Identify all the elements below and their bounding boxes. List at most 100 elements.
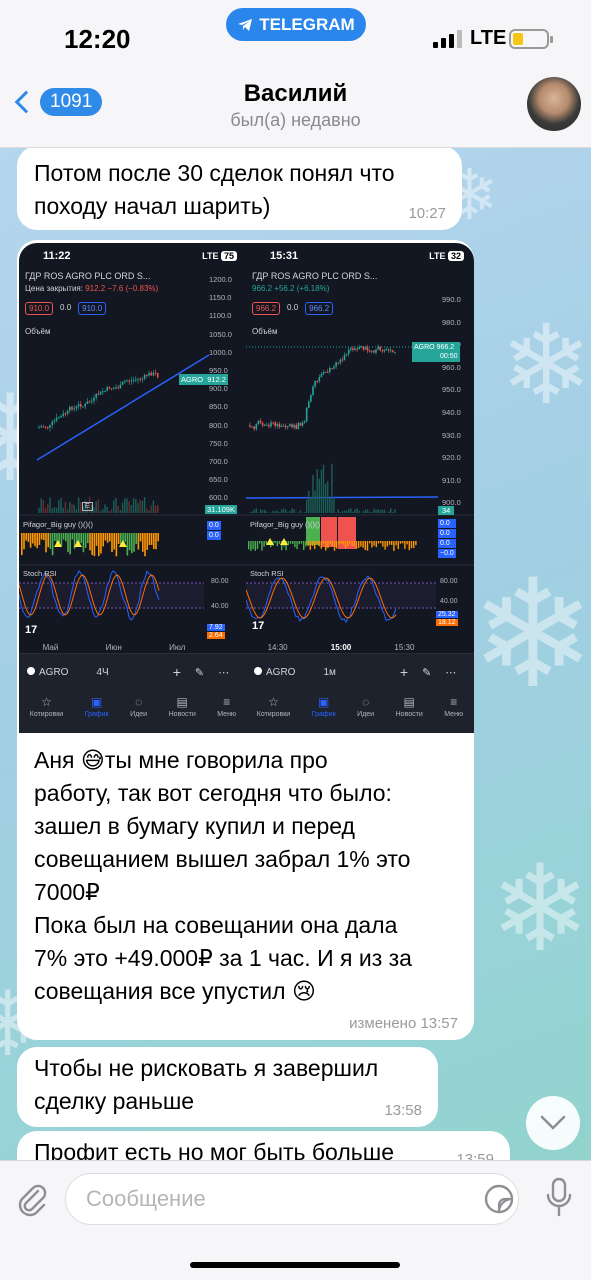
message-input[interactable]: Сообщение [65, 1173, 519, 1225]
volume-bar [390, 508, 392, 513]
interval-selector[interactable]: 1м [323, 667, 335, 678]
tab-ideas[interactable]: ◌ Идеи [130, 696, 147, 718]
indicator-bar [135, 533, 137, 544]
candle [93, 397, 95, 401]
volume-bar [366, 509, 369, 513]
indicator-bar [117, 533, 120, 544]
candle [150, 372, 152, 376]
candle [381, 350, 384, 352]
tab-quotes[interactable]: ☆ Котировки [257, 696, 290, 718]
volume-bar [148, 510, 150, 513]
sticker-icon[interactable] [483, 1183, 515, 1215]
indicator-bar [54, 533, 56, 541]
indicator-bar [289, 541, 292, 544]
volume-bars [249, 463, 396, 513]
volume-bar [124, 498, 126, 513]
candle [97, 393, 100, 395]
candle [128, 380, 130, 382]
microphone-icon[interactable] [544, 1177, 574, 1219]
pencil-icon[interactable]: ✎ [422, 666, 431, 679]
volume-bar [310, 496, 312, 513]
chart-screenshot-1[interactable]: 11:22 LTE 75 ГДР ROS AGRO PLC ORD S... Це… [19, 243, 247, 733]
candle [75, 406, 78, 409]
more-icon[interactable]: ⋯ [445, 666, 456, 679]
symbol-name: AGRO [266, 666, 296, 678]
message-bubble[interactable]: Потом после 30 сделок понял что походу н… [17, 146, 462, 230]
volume-bar [375, 509, 377, 513]
volume-bar [352, 511, 354, 513]
indicator-bar [325, 541, 327, 551]
earnings-marker[interactable]: E [82, 502, 93, 511]
indicator-bar [109, 533, 111, 542]
tab-chart[interactable]: ▣ График [85, 696, 109, 718]
indicator-bar [250, 541, 252, 551]
indicator-bar [29, 533, 32, 548]
volume-bar [150, 505, 152, 513]
candle [299, 423, 302, 426]
stoch-tick: 80.00 [440, 578, 458, 585]
tab-quotes[interactable]: ☆ Котировки [30, 696, 63, 718]
indicator-bar [340, 541, 342, 544]
candle [354, 348, 356, 351]
tab-menu[interactable]: ≡ Меню [217, 696, 236, 718]
paperclip-icon[interactable] [14, 1181, 50, 1217]
indicator-bar [349, 541, 351, 544]
candle [126, 380, 128, 382]
indicator-bar [126, 533, 129, 556]
candle [80, 404, 82, 407]
interval-selector[interactable]: 4Ч [96, 667, 108, 678]
plus-icon[interactable]: + [400, 664, 408, 680]
telegram-pill[interactable]: TELEGRAM [226, 8, 366, 41]
contact-avatar[interactable] [527, 77, 581, 131]
volume-bar [299, 510, 302, 513]
volume-bar [362, 510, 365, 513]
volume-bar [358, 510, 360, 513]
candle [148, 372, 150, 376]
candle [324, 371, 327, 373]
candle [154, 372, 157, 374]
tab-menu[interactable]: ≡ Меню [444, 696, 463, 718]
chart-screenshot-2[interactable]: 15:31 LTE 32 ГДР ROS AGRO PLC ORD S... 96… [246, 243, 474, 733]
message-bubble[interactable]: Чтобы не рисковать я завершил сделку ран… [17, 1047, 438, 1127]
tab-news[interactable]: ▤ Новости [169, 696, 196, 718]
volume-bar [392, 512, 394, 513]
contact-name[interactable]: Василий [0, 80, 591, 108]
news-icon: ▤ [176, 695, 188, 709]
candle [375, 349, 377, 353]
volume-bar [314, 490, 316, 513]
indicator-bar [298, 541, 300, 545]
indicator-bar [303, 541, 305, 550]
volume-bar [278, 512, 281, 513]
tab-ideas[interactable]: ◌ Идеи [357, 696, 374, 718]
candle [152, 372, 155, 376]
candle [379, 346, 381, 351]
candle [71, 406, 73, 410]
indicator-bar [115, 533, 118, 557]
tab-news[interactable]: ▤ Новости [396, 696, 423, 718]
volume-bar [99, 510, 102, 513]
volume-bar [327, 481, 329, 513]
plus-icon[interactable]: + [173, 664, 181, 680]
indicator-bar [360, 541, 362, 547]
volume-bar [42, 500, 45, 513]
message-time: 13:58 [384, 1102, 422, 1119]
indicator-bar [137, 533, 140, 550]
more-icon[interactable]: ⋯ [218, 666, 229, 679]
volume-bar [339, 512, 341, 513]
scroll-down-button[interactable] [526, 1096, 580, 1150]
indicator-bar [67, 533, 69, 553]
star-icon: ☆ [41, 695, 52, 709]
indicator-bar [413, 541, 415, 549]
pencil-icon[interactable]: ✎ [195, 666, 204, 679]
volume-bar [104, 504, 106, 513]
indicator-bar [157, 533, 159, 542]
indicator-bar [265, 541, 267, 544]
candle [91, 400, 93, 402]
symbol-selector[interactable]: AGRO [27, 666, 68, 678]
indicator-bar [386, 541, 388, 547]
indicator-bar [408, 541, 410, 551]
volume-bar [69, 501, 71, 513]
tab-chart[interactable]: ▣ График [312, 696, 336, 718]
symbol-selector[interactable]: AGRO [254, 666, 296, 678]
indicator-bar [296, 541, 298, 550]
